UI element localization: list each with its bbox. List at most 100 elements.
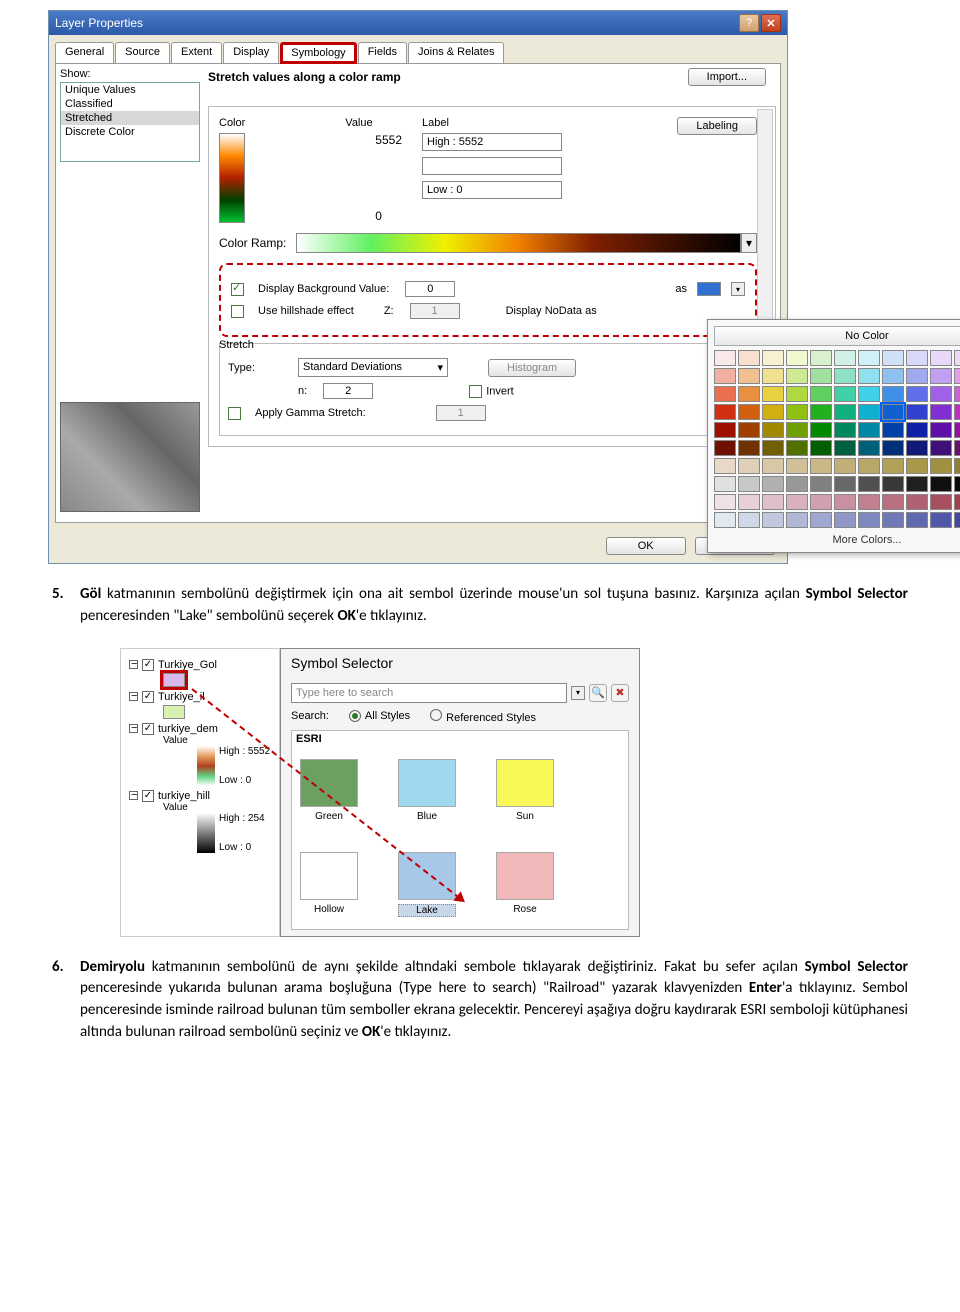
color-swatch[interactable]: [906, 458, 928, 474]
color-bar[interactable]: [219, 133, 245, 223]
close-button[interactable]: ✕: [761, 14, 781, 32]
color-swatch[interactable]: [930, 386, 952, 402]
color-swatch[interactable]: [738, 494, 760, 510]
toc-swatch-il[interactable]: [163, 705, 185, 719]
symbol-hollow[interactable]: Hollow: [300, 852, 358, 917]
color-swatch[interactable]: [882, 386, 904, 402]
color-swatch[interactable]: [930, 350, 952, 366]
color-swatch[interactable]: [834, 458, 856, 474]
color-swatch[interactable]: [810, 386, 832, 402]
color-swatch[interactable]: [834, 422, 856, 438]
color-swatch[interactable]: [906, 404, 928, 420]
color-swatch[interactable]: [858, 422, 880, 438]
color-swatch[interactable]: [882, 350, 904, 366]
color-swatch[interactable]: [882, 404, 904, 420]
color-swatch[interactable]: [738, 458, 760, 474]
clear-search-icon[interactable]: ✖: [611, 684, 629, 702]
color-swatch[interactable]: [810, 404, 832, 420]
color-swatch[interactable]: [762, 350, 784, 366]
color-swatch[interactable]: [930, 476, 952, 492]
color-swatch[interactable]: [786, 350, 808, 366]
color-swatch[interactable]: [882, 512, 904, 528]
color-swatch[interactable]: [834, 386, 856, 402]
color-swatch[interactable]: [738, 404, 760, 420]
color-swatch[interactable]: [954, 350, 960, 366]
ramp-dropdown[interactable]: ▾: [741, 233, 757, 253]
color-swatch[interactable]: [954, 422, 960, 438]
color-ramp[interactable]: [296, 233, 741, 253]
color-swatch[interactable]: [858, 404, 880, 420]
labeling-button[interactable]: Labeling: [677, 117, 757, 135]
color-swatch[interactable]: [954, 440, 960, 456]
label-high-input[interactable]: [422, 133, 562, 151]
color-swatch[interactable]: [738, 476, 760, 492]
toc-checkbox[interactable]: [142, 659, 154, 671]
show-list[interactable]: Unique Values Classified Stretched Discr…: [60, 82, 200, 162]
color-swatch[interactable]: [858, 386, 880, 402]
color-swatch[interactable]: [834, 494, 856, 510]
toc-layer-hill[interactable]: turkiye_hill: [158, 790, 210, 802]
show-item-stretched[interactable]: Stretched: [61, 111, 199, 125]
color-swatch[interactable]: [858, 494, 880, 510]
color-swatch[interactable]: [810, 440, 832, 456]
import-button[interactable]: Import...: [688, 68, 766, 86]
color-swatch[interactable]: [858, 350, 880, 366]
color-swatch[interactable]: [762, 368, 784, 384]
bg-color-swatch[interactable]: [697, 282, 721, 296]
color-swatch[interactable]: [738, 422, 760, 438]
color-swatch[interactable]: [762, 422, 784, 438]
search-icon[interactable]: 🔍: [589, 684, 607, 702]
color-swatch[interactable]: [930, 440, 952, 456]
color-swatch[interactable]: [906, 512, 928, 528]
bg-value[interactable]: 0: [405, 281, 455, 297]
color-swatch[interactable]: [930, 494, 952, 510]
more-colors-link[interactable]: More Colors...: [714, 534, 960, 546]
color-swatch[interactable]: [786, 512, 808, 528]
ss-search-dd[interactable]: ▾: [571, 686, 585, 700]
color-swatch[interactable]: [810, 422, 832, 438]
color-swatch[interactable]: [762, 458, 784, 474]
color-swatch[interactable]: [786, 494, 808, 510]
show-item-classified[interactable]: Classified: [61, 97, 199, 111]
color-swatch[interactable]: [906, 440, 928, 456]
color-swatch[interactable]: [834, 512, 856, 528]
color-swatch[interactable]: [954, 494, 960, 510]
color-swatch[interactable]: [954, 404, 960, 420]
tab-symbology[interactable]: Symbology: [280, 42, 356, 64]
color-swatch[interactable]: [906, 476, 928, 492]
show-item-unique[interactable]: Unique Values: [61, 83, 199, 97]
no-color-button[interactable]: No Color: [714, 326, 960, 346]
tab-fields[interactable]: Fields: [358, 42, 407, 64]
type-dropdown[interactable]: Standard Deviations▾: [298, 358, 448, 377]
color-swatch[interactable]: [906, 386, 928, 402]
color-swatch[interactable]: [882, 440, 904, 456]
tab-source[interactable]: Source: [115, 42, 170, 64]
color-swatch[interactable]: [858, 512, 880, 528]
symbol-blue[interactable]: Blue: [398, 759, 456, 822]
color-swatch[interactable]: [906, 368, 928, 384]
n-value[interactable]: 2: [323, 383, 373, 399]
toc-layer-dem[interactable]: turkiye_dem: [158, 723, 218, 735]
color-swatch[interactable]: [810, 368, 832, 384]
color-swatch[interactable]: [714, 404, 736, 420]
color-swatch[interactable]: [954, 458, 960, 474]
color-swatch[interactable]: [906, 422, 928, 438]
tab-general[interactable]: General: [55, 42, 114, 64]
color-swatch[interactable]: [762, 494, 784, 510]
color-swatch[interactable]: [834, 440, 856, 456]
color-swatch[interactable]: [810, 476, 832, 492]
color-swatch[interactable]: [882, 422, 904, 438]
color-swatch[interactable]: [714, 440, 736, 456]
color-swatch[interactable]: [714, 368, 736, 384]
color-swatch[interactable]: [954, 386, 960, 402]
color-swatch[interactable]: [738, 350, 760, 366]
color-swatch[interactable]: [882, 458, 904, 474]
color-swatch[interactable]: [714, 386, 736, 402]
color-swatch[interactable]: [810, 350, 832, 366]
color-swatch[interactable]: [906, 350, 928, 366]
color-swatch[interactable]: [762, 386, 784, 402]
color-swatch[interactable]: [714, 512, 736, 528]
tab-extent[interactable]: Extent: [171, 42, 222, 64]
color-swatch[interactable]: [762, 512, 784, 528]
color-swatch[interactable]: [738, 368, 760, 384]
